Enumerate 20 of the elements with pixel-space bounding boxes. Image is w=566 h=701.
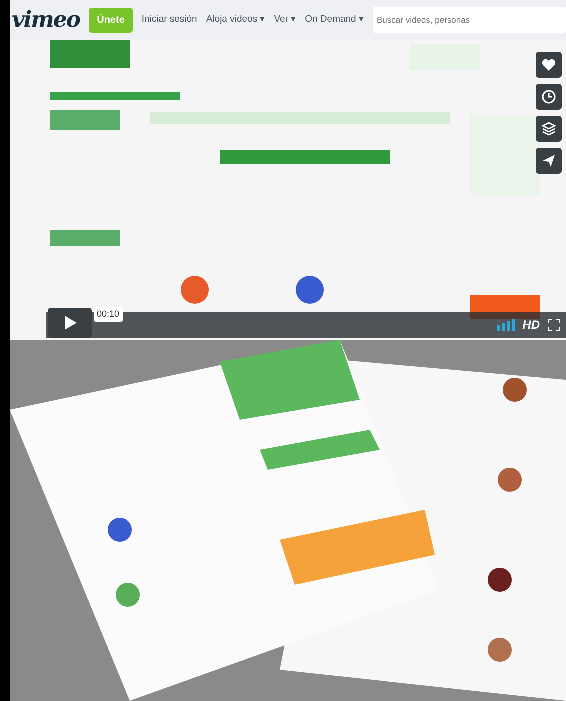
clock-icon: [541, 89, 557, 105]
side-button[interactable]: [536, 52, 562, 78]
side-button[interactable]: [536, 148, 562, 174]
side-button[interactable]: [536, 84, 562, 110]
hd-label[interactable]: HD: [522, 316, 540, 334]
nav-link[interactable]: Ver ▾: [274, 12, 296, 28]
time-label: 00:10: [94, 306, 123, 322]
heart-icon: [541, 57, 557, 73]
play-icon: [62, 315, 78, 331]
play-button[interactable]: [48, 308, 92, 338]
send-icon: [541, 153, 557, 169]
nav-link[interactable]: Iniciar sesión: [142, 12, 198, 28]
volume-icon[interactable]: [496, 319, 515, 331]
layers-icon: [541, 121, 557, 137]
search-field[interactable]: Buscar videos, personas: [373, 7, 566, 33]
nav-link[interactable]: Aloja videos ▾: [206, 12, 266, 28]
fullscreen-icon[interactable]: [548, 319, 560, 331]
nav-link[interactable]: On Demand ▾: [305, 12, 364, 28]
logo[interactable]: vimeo: [12, 9, 80, 31]
side-button[interactable]: [536, 116, 562, 142]
